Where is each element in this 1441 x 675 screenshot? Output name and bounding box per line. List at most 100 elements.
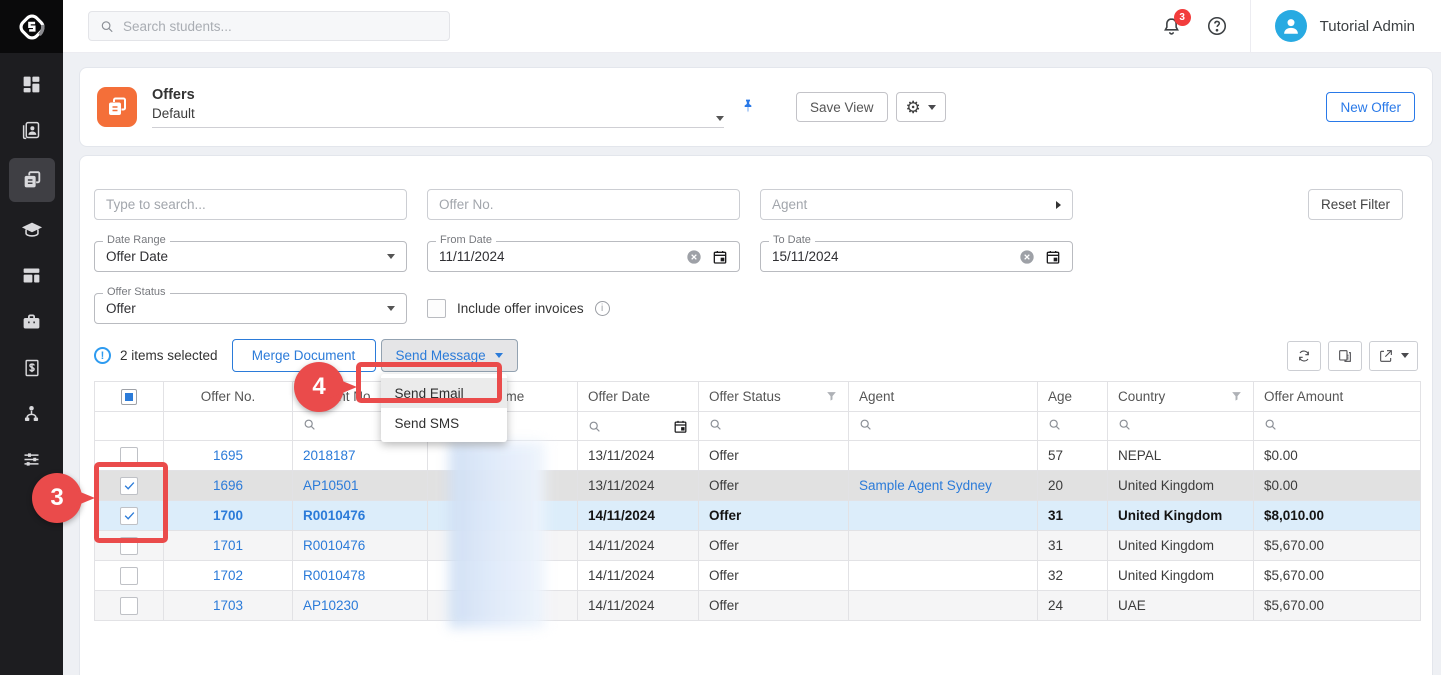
student-search-box[interactable] [88, 11, 450, 41]
column-header-offer-amount[interactable]: Offer Amount [1254, 382, 1421, 412]
agent-field[interactable]: Agent [760, 189, 1073, 220]
row-checkbox[interactable] [120, 567, 138, 585]
refresh-button[interactable] [1287, 341, 1321, 371]
clear-icon[interactable] [686, 249, 702, 265]
export-button[interactable] [1369, 341, 1418, 371]
cell [428, 591, 578, 621]
column-filter-cell-6[interactable] [849, 412, 1038, 441]
offer-row-1703[interactable]: 1703AP1023014/11/2024Offer24UAE$5,670.00 [95, 591, 1421, 621]
column-filter-cell-9[interactable] [1254, 412, 1421, 441]
column-filter-cell-1 [164, 412, 293, 441]
view-settings-button[interactable]: ⚙ [896, 92, 946, 122]
menu-item-send-email[interactable]: Send Email [381, 378, 507, 408]
calendar-icon[interactable] [673, 419, 688, 434]
help-button[interactable] [1206, 15, 1228, 37]
merge-document-button[interactable]: Merge Document [232, 339, 376, 372]
column-filter-cell-5[interactable] [699, 412, 849, 441]
student-search-input[interactable] [123, 19, 438, 34]
cell[interactable] [95, 471, 164, 501]
column-header-offer-status[interactable]: Offer Status [699, 382, 849, 412]
reset-filter-button[interactable]: Reset Filter [1308, 189, 1403, 220]
sliders-icon[interactable] [9, 441, 55, 478]
pin-view-button[interactable] [740, 97, 756, 118]
cell[interactable] [95, 501, 164, 531]
offer-no-link[interactable]: 1696 [213, 478, 243, 493]
offer-row-1700[interactable]: 1700R001047614/11/2024Offer31United King… [95, 501, 1421, 531]
calendar-icon[interactable] [1045, 249, 1061, 265]
offers-icon[interactable] [9, 158, 55, 202]
student-no-link[interactable]: AP10230 [303, 598, 359, 613]
student-no-link[interactable]: R0010478 [303, 568, 365, 583]
offer-no-link[interactable]: 1700 [213, 508, 243, 523]
offer-status-select[interactable]: Offer Status Offer [94, 293, 407, 324]
column-header-age[interactable]: Age [1038, 382, 1108, 412]
select-all-header[interactable] [95, 382, 164, 412]
send-message-button[interactable]: Send Message [381, 339, 518, 372]
students-icon[interactable] [9, 112, 55, 149]
quick-search-field[interactable] [94, 189, 407, 220]
search-icon [859, 418, 872, 431]
chevron-down-icon [1401, 353, 1409, 358]
include-invoices-checkbox[interactable] [427, 299, 446, 318]
offer-no-input[interactable] [439, 197, 728, 212]
column-header-offer-no-[interactable]: Offer No. [164, 382, 293, 412]
agent-link[interactable]: Sample Agent Sydney [859, 478, 992, 493]
offer-no-link[interactable]: 1703 [213, 598, 243, 613]
layout-icon[interactable] [9, 257, 55, 294]
offer-row-1696[interactable]: 1696AP1050113/11/2024OfferSample Agent S… [95, 471, 1421, 501]
offer-status-label: Offer Status [103, 286, 170, 298]
agents-icon[interactable] [9, 395, 55, 432]
offer-no-link[interactable]: 1695 [213, 448, 243, 463]
menu-item-send-sms[interactable]: Send SMS [381, 408, 507, 438]
cell[interactable] [95, 441, 164, 471]
dashboard-icon[interactable] [9, 66, 55, 103]
clear-icon[interactable] [1019, 249, 1035, 265]
new-offer-button[interactable]: New Offer [1326, 92, 1415, 122]
calendar-icon[interactable] [712, 249, 728, 265]
student-no-link[interactable]: R0010476 [303, 538, 365, 553]
filter-row-2: Date Range Offer Date From Date 11/11/20… [94, 241, 1418, 272]
courses-icon[interactable] [9, 211, 55, 248]
select-all-checkbox[interactable] [121, 389, 137, 405]
offer-row-1695[interactable]: 1695201818713/11/2024Offer57NEPAL$0.00 [95, 441, 1421, 471]
offers-table: Offer No.Student No.Student NameOffer Da… [94, 381, 1421, 621]
quick-search-input[interactable] [106, 197, 395, 212]
view-selector[interactable]: Default [152, 106, 724, 128]
column-filter-cell-8[interactable] [1108, 412, 1254, 441]
column-filter-cell-4[interactable] [578, 412, 699, 441]
offer-row-1701[interactable]: 1701R001047614/11/2024Offer31United King… [95, 531, 1421, 561]
user-avatar[interactable] [1275, 10, 1307, 42]
cell[interactable] [95, 561, 164, 591]
row-checkbox[interactable] [120, 597, 138, 615]
briefcase-icon[interactable] [9, 303, 55, 340]
offer-no-field[interactable] [427, 189, 740, 220]
chevron-down-icon [928, 105, 936, 110]
column-header-offer-date[interactable]: Offer Date [578, 382, 699, 412]
filter-funnel-icon[interactable] [825, 390, 838, 403]
column-header-agent[interactable]: Agent [849, 382, 1038, 412]
offer-no-link[interactable]: 1701 [213, 538, 243, 553]
column-filter-cell-7[interactable] [1038, 412, 1108, 441]
filter-funnel-icon[interactable] [1230, 390, 1243, 403]
row-checkbox[interactable] [120, 507, 138, 525]
student-no-link[interactable]: AP10501 [303, 478, 359, 493]
app-logo[interactable] [0, 0, 63, 53]
column-chooser-button[interactable] [1328, 341, 1362, 371]
student-no-link[interactable]: R0010476 [303, 508, 365, 523]
save-view-button[interactable]: Save View [796, 92, 888, 122]
notifications-button[interactable]: 3 [1161, 16, 1182, 37]
row-checkbox[interactable] [120, 447, 138, 465]
column-header-country[interactable]: Country [1108, 382, 1254, 412]
offer-row-1702[interactable]: 1702R001047814/11/2024Offer32United King… [95, 561, 1421, 591]
invoice-icon[interactable] [9, 349, 55, 386]
to-date-field[interactable]: To Date 15/11/2024 [760, 241, 1073, 272]
offer-no-link[interactable]: 1702 [213, 568, 243, 583]
row-checkbox[interactable] [120, 477, 138, 495]
row-checkbox[interactable] [120, 537, 138, 555]
cell[interactable] [95, 591, 164, 621]
cell[interactable] [95, 531, 164, 561]
student-no-link[interactable]: 2018187 [303, 448, 356, 463]
from-date-field[interactable]: From Date 11/11/2024 [427, 241, 740, 272]
date-range-select[interactable]: Date Range Offer Date [94, 241, 407, 272]
user-name[interactable]: Tutorial Admin [1320, 18, 1415, 35]
